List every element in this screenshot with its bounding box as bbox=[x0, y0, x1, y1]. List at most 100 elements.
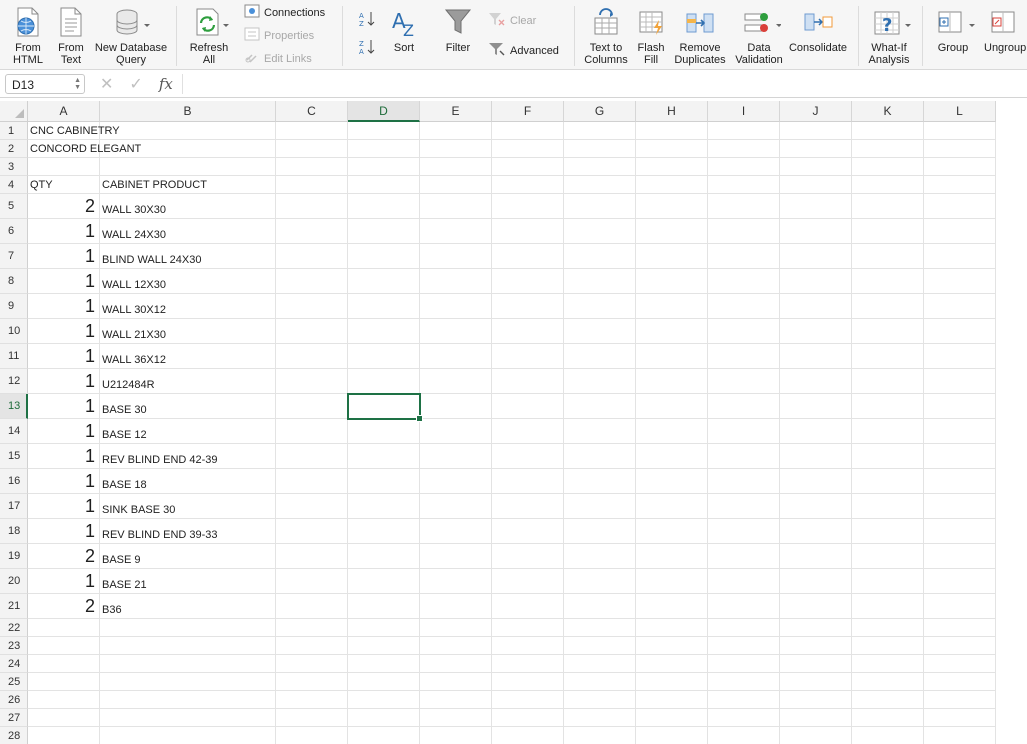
cell-d4[interactable] bbox=[348, 176, 420, 194]
cell-f7[interactable] bbox=[492, 244, 564, 269]
column-header-f[interactable]: F bbox=[492, 101, 564, 122]
cell-c15[interactable] bbox=[276, 444, 348, 469]
cell-e22[interactable] bbox=[420, 619, 492, 637]
cell-g15[interactable] bbox=[564, 444, 636, 469]
cell-a13[interactable]: 1 bbox=[28, 394, 100, 419]
properties-button[interactable]: Properties bbox=[244, 27, 314, 44]
cell-l9[interactable] bbox=[924, 294, 996, 319]
row-header-26[interactable]: 26 bbox=[0, 691, 28, 709]
cell-d5[interactable] bbox=[348, 194, 420, 219]
cell-j17[interactable] bbox=[780, 494, 852, 519]
cell-a26[interactable] bbox=[28, 691, 100, 709]
column-header-j[interactable]: J bbox=[780, 101, 852, 122]
cell-a8[interactable]: 1 bbox=[28, 269, 100, 294]
cell-h10[interactable] bbox=[636, 319, 708, 344]
row-header-20[interactable]: 20 bbox=[0, 569, 28, 594]
cell-k27[interactable] bbox=[852, 709, 924, 727]
row-header-21[interactable]: 21 bbox=[0, 594, 28, 619]
row-header-12[interactable]: 12 bbox=[0, 369, 28, 394]
cell-a23[interactable] bbox=[28, 637, 100, 655]
cell-a22[interactable] bbox=[28, 619, 100, 637]
cell-k15[interactable] bbox=[852, 444, 924, 469]
cell-j26[interactable] bbox=[780, 691, 852, 709]
enter-icon[interactable]: ✓ bbox=[129, 74, 142, 94]
cell-k12[interactable] bbox=[852, 369, 924, 394]
cell-a1[interactable]: CNC CABINETRY bbox=[28, 122, 120, 140]
cell-c28[interactable] bbox=[276, 727, 348, 744]
cell-j8[interactable] bbox=[780, 269, 852, 294]
cell-k11[interactable] bbox=[852, 344, 924, 369]
cell-f5[interactable] bbox=[492, 194, 564, 219]
cell-b13[interactable]: BASE 30 bbox=[100, 394, 276, 419]
cell-h27[interactable] bbox=[636, 709, 708, 727]
cell-c24[interactable] bbox=[276, 655, 348, 673]
cell-e14[interactable] bbox=[420, 419, 492, 444]
cell-b19[interactable]: BASE 9 bbox=[100, 544, 276, 569]
row-header-6[interactable]: 6 bbox=[0, 219, 28, 244]
cell-k2[interactable] bbox=[852, 140, 924, 158]
cell-d15[interactable] bbox=[348, 444, 420, 469]
row-header-19[interactable]: 19 bbox=[0, 544, 28, 569]
cell-l24[interactable] bbox=[924, 655, 996, 673]
cell-b21[interactable]: B36 bbox=[100, 594, 276, 619]
cell-f19[interactable] bbox=[492, 544, 564, 569]
cell-i24[interactable] bbox=[708, 655, 780, 673]
cell-f27[interactable] bbox=[492, 709, 564, 727]
cell-h15[interactable] bbox=[636, 444, 708, 469]
cell-l25[interactable] bbox=[924, 673, 996, 691]
row-header-22[interactable]: 22 bbox=[0, 619, 28, 637]
cell-a16[interactable]: 1 bbox=[28, 469, 100, 494]
cell-l5[interactable] bbox=[924, 194, 996, 219]
cell-l2[interactable] bbox=[924, 140, 996, 158]
cell-h7[interactable] bbox=[636, 244, 708, 269]
row-header-3[interactable]: 3 bbox=[0, 158, 28, 176]
cell-h5[interactable] bbox=[636, 194, 708, 219]
cell-g22[interactable] bbox=[564, 619, 636, 637]
cell-l6[interactable] bbox=[924, 219, 996, 244]
cell-d3[interactable] bbox=[348, 158, 420, 176]
cell-g21[interactable] bbox=[564, 594, 636, 619]
cell-i22[interactable] bbox=[708, 619, 780, 637]
cell-a17[interactable]: 1 bbox=[28, 494, 100, 519]
cell-d11[interactable] bbox=[348, 344, 420, 369]
cell-f15[interactable] bbox=[492, 444, 564, 469]
clear-filter-button[interactable]: Clear bbox=[488, 12, 536, 29]
cell-e25[interactable] bbox=[420, 673, 492, 691]
cell-f8[interactable] bbox=[492, 269, 564, 294]
cell-g11[interactable] bbox=[564, 344, 636, 369]
row-header-14[interactable]: 14 bbox=[0, 419, 28, 444]
cell-e9[interactable] bbox=[420, 294, 492, 319]
cell-g14[interactable] bbox=[564, 419, 636, 444]
row-header-23[interactable]: 23 bbox=[0, 637, 28, 655]
cell-c5[interactable] bbox=[276, 194, 348, 219]
cell-b15[interactable]: REV BLIND END 42-39 bbox=[100, 444, 276, 469]
cell-a9[interactable]: 1 bbox=[28, 294, 100, 319]
cell-i9[interactable] bbox=[708, 294, 780, 319]
cell-e15[interactable] bbox=[420, 444, 492, 469]
cell-b11[interactable]: WALL 36X12 bbox=[100, 344, 276, 369]
cell-k5[interactable] bbox=[852, 194, 924, 219]
row-header-9[interactable]: 9 bbox=[0, 294, 28, 319]
cell-e28[interactable] bbox=[420, 727, 492, 744]
cell-g6[interactable] bbox=[564, 219, 636, 244]
cell-b1[interactable] bbox=[100, 122, 276, 140]
row-header-4[interactable]: 4 bbox=[0, 176, 28, 194]
cell-k7[interactable] bbox=[852, 244, 924, 269]
cell-e5[interactable] bbox=[420, 194, 492, 219]
row-header-11[interactable]: 11 bbox=[0, 344, 28, 369]
cell-j12[interactable] bbox=[780, 369, 852, 394]
cell-c21[interactable] bbox=[276, 594, 348, 619]
filter-button[interactable]: Filter bbox=[440, 0, 476, 70]
cell-i18[interactable] bbox=[708, 519, 780, 544]
cell-d6[interactable] bbox=[348, 219, 420, 244]
connections-button[interactable]: Connections bbox=[244, 4, 325, 21]
cell-j22[interactable] bbox=[780, 619, 852, 637]
cell-j15[interactable] bbox=[780, 444, 852, 469]
consolidate-button[interactable]: Consolidate bbox=[786, 0, 850, 70]
cell-a4[interactable]: QTY bbox=[28, 176, 100, 194]
cell-g10[interactable] bbox=[564, 319, 636, 344]
cell-c2[interactable] bbox=[276, 140, 348, 158]
cell-a14[interactable]: 1 bbox=[28, 419, 100, 444]
column-header-d[interactable]: D bbox=[348, 101, 420, 122]
cell-i1[interactable] bbox=[708, 122, 780, 140]
